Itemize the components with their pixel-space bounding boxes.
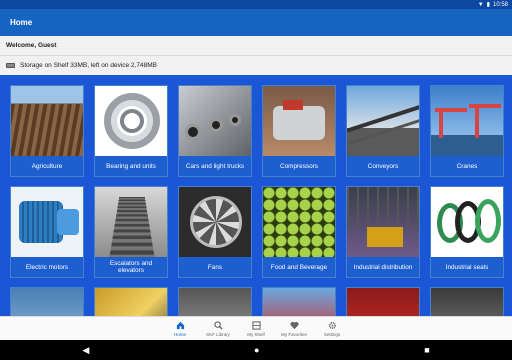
tile-row3-4[interactable] [262, 287, 336, 316]
tile-label: Agriculture [11, 156, 83, 176]
bottom-navigation: Home SKF Library My Shelf My Favorites S… [0, 316, 512, 340]
tile-label: Conveyors [347, 156, 419, 176]
tile-food-beverage[interactable]: Food and Beverage [262, 186, 336, 278]
tile-escalators[interactable]: Escalators and elevators [94, 186, 168, 278]
battery-icon: ▮ [486, 2, 490, 8]
bearing-image [95, 86, 167, 156]
tile-label: Electric motors [11, 257, 83, 277]
nav-home[interactable]: Home [165, 317, 195, 341]
tile-label: Escalators and elevators [95, 257, 167, 277]
conveyor-image [347, 86, 419, 156]
tile-agriculture[interactable]: Agriculture [10, 85, 84, 177]
tile-industrial-seals[interactable]: Industrial seals [430, 186, 504, 278]
row3-image-4 [263, 288, 335, 316]
wifi-icon: ▼ [477, 1, 484, 8]
home-circle-icon[interactable]: ● [254, 345, 259, 355]
recents-icon[interactable]: ■ [424, 345, 429, 355]
app-bar: Home [0, 9, 512, 36]
fan-image [179, 187, 251, 257]
row3-image-5 [347, 288, 419, 316]
food-image [263, 187, 335, 257]
tile-row3-6[interactable] [430, 287, 504, 316]
tile-electric-motors[interactable]: Electric motors [10, 186, 84, 278]
nav-label: My Favorites [281, 332, 307, 337]
gear-icon [328, 321, 336, 330]
tile-industrial-distribution[interactable]: Industrial distribution [346, 186, 420, 278]
crane-image [431, 86, 503, 156]
storage-info: Storage on Shelf 33MB, left on device 2,… [0, 56, 512, 75]
cars-image [179, 86, 251, 156]
nav-my-shelf[interactable]: My Shelf [241, 317, 271, 341]
tile-label: Industrial seals [431, 257, 503, 277]
tile-fans[interactable]: Fans [178, 186, 252, 278]
welcome-text: Welcome, Guest [6, 42, 57, 49]
nav-my-favorites[interactable]: My Favorites [279, 317, 309, 341]
storage-icon [6, 63, 15, 68]
category-grid: Agriculture Bearing and units Cars and l… [0, 75, 512, 316]
home-icon [176, 321, 184, 330]
tile-conveyors[interactable]: Conveyors [346, 85, 420, 177]
page-title: Home [10, 18, 33, 27]
row3-image-6 [431, 288, 503, 316]
tile-row3-3[interactable] [178, 287, 252, 316]
welcome-banner: Welcome, Guest [0, 36, 512, 56]
agriculture-image [11, 86, 83, 156]
tile-cranes[interactable]: Cranes [430, 85, 504, 177]
seals-image [431, 187, 503, 257]
nav-label: Home [173, 332, 186, 337]
heart-icon [289, 321, 299, 330]
search-icon [213, 321, 223, 330]
distribution-image [347, 187, 419, 257]
tile-label: Bearing and units [95, 156, 167, 176]
nav-label: Settings [323, 332, 341, 337]
row3-image-1 [11, 288, 83, 316]
nav-label: My Shelf [247, 332, 265, 337]
nav-label: SKF Library [206, 332, 230, 337]
motor-image [11, 187, 83, 257]
nav-skf-library[interactable]: SKF Library [203, 317, 233, 341]
tile-compressors[interactable]: Compressors [262, 85, 336, 177]
tile-bearing[interactable]: Bearing and units [94, 85, 168, 177]
shelf-icon [251, 321, 261, 330]
system-navigation-bar: ◀ ● ■ [0, 340, 512, 360]
tile-row3-2[interactable] [94, 287, 168, 316]
tile-cars[interactable]: Cars and light trucks [178, 85, 252, 177]
row3-image-3 [179, 288, 251, 316]
tile-label: Cars and light trucks [179, 156, 251, 176]
tile-label: Food and Beverage [263, 257, 335, 277]
back-icon[interactable]: ◀ [82, 345, 89, 356]
status-bar: ▼ ▮ 10:58 [0, 0, 512, 9]
tile-label: Fans [179, 257, 251, 277]
tile-row3-5[interactable] [346, 287, 420, 316]
tile-row3-1[interactable] [10, 287, 84, 316]
tile-label: Industrial distribution [347, 257, 419, 277]
clock: 10:58 [492, 1, 508, 8]
tile-label: Compressors [263, 156, 335, 176]
tile-label: Cranes [431, 156, 503, 176]
compressor-image [263, 86, 335, 156]
row3-image-2 [95, 288, 167, 316]
nav-settings[interactable]: Settings [317, 317, 347, 341]
storage-text: Storage on Shelf 33MB, left on device 2,… [20, 62, 157, 69]
escalator-image [95, 187, 167, 257]
